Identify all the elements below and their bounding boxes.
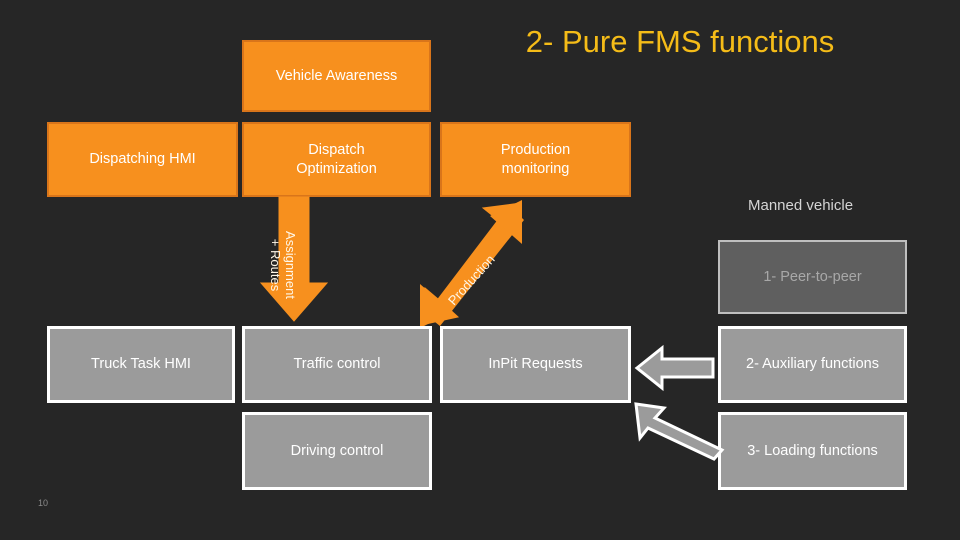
manned-vehicle-group-label: Manned vehicle	[748, 197, 854, 214]
fms-block-label-line2: Optimization	[296, 160, 377, 177]
right-block-label: 2- Auxiliary functions	[746, 356, 879, 372]
vehicle-block-traffic-control[interactable]: Traffic control	[242, 326, 432, 403]
assignment-routes-arrow	[259, 196, 329, 322]
fms-block-label: Dispatching HMI	[89, 151, 196, 167]
vehicle-block-truck-task-hmi[interactable]: Truck Task HMI	[47, 326, 235, 403]
vehicle-block-inpit-requests[interactable]: InPit Requests	[440, 326, 631, 403]
fms-block-dispatch-optimization[interactable]: Dispatch Optimization	[242, 122, 431, 197]
vehicle-block-label: Truck Task HMI	[91, 356, 191, 372]
page-number: 10	[38, 498, 49, 508]
fms-block-label-line2: monitoring	[501, 160, 570, 177]
vehicle-block-label: Driving control	[290, 442, 384, 459]
right-block-peer-to-peer[interactable]: 1- Peer-to-peer	[718, 240, 907, 314]
loading-to-inpit-arrow	[634, 402, 725, 461]
right-block-label: 3- Loading functions	[747, 442, 878, 459]
fms-block-label-line1: Production	[500, 141, 571, 158]
fms-block-vehicle-awareness[interactable]: Vehicle Awareness	[242, 40, 431, 112]
production-arrow	[420, 200, 524, 328]
vehicle-block-label: InPit Requests	[488, 356, 583, 372]
right-block-label: 1- Peer-to-peer	[763, 268, 862, 285]
right-block-auxiliary-functions[interactable]: 2- Auxiliary functions	[718, 326, 907, 403]
fms-block-dispatching-hmi[interactable]: Dispatching HMI	[47, 122, 238, 197]
vehicle-block-driving-control[interactable]: Driving control	[242, 412, 432, 490]
right-block-loading-functions[interactable]: 3- Loading functions	[718, 412, 907, 490]
fms-block-production-monitoring[interactable]: Production monitoring	[440, 122, 631, 197]
fms-block-label-line1: Dispatch	[308, 141, 365, 158]
vehicle-block-label: Traffic control	[293, 356, 381, 372]
fms-block-label: Vehicle Awareness	[275, 67, 398, 84]
page-title: 2- Pure FMS functions	[525, 24, 835, 59]
auxiliary-to-inpit-arrow	[634, 344, 715, 392]
slide-canvas: 2- Pure FMS functions Vehicle Awareness …	[0, 0, 960, 540]
